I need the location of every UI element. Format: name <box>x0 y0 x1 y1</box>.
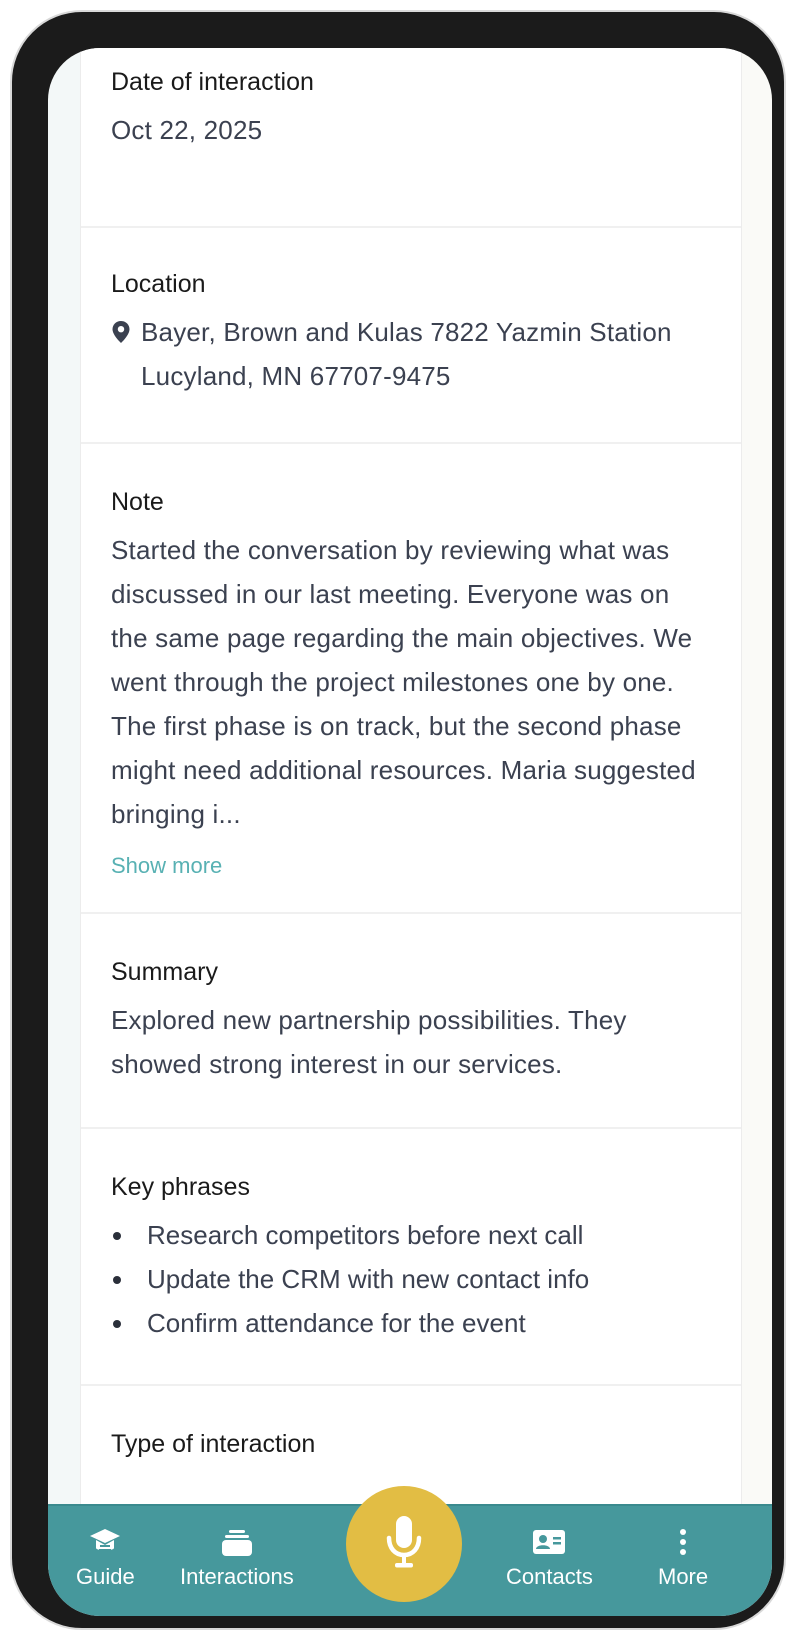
note-label: Note <box>111 488 164 516</box>
stack-icon <box>220 1522 254 1562</box>
list-item: Confirm attendance for the event <box>111 1301 711 1345</box>
record-button[interactable] <box>346 1486 462 1602</box>
interaction-details[interactable]: Date of interaction Oct 22, 2025 Locatio… <box>80 48 742 1504</box>
note-section: Note Started the conversation by reviewi… <box>81 444 741 914</box>
show-more-link[interactable]: Show more <box>111 850 222 882</box>
type-section: Type of interaction <box>81 1386 741 1462</box>
summary-label: Summary <box>111 958 218 986</box>
key-phrases-section: Key phrases Research competitors before … <box>81 1129 741 1386</box>
map-pin-icon <box>111 310 141 349</box>
nav-more-label: More <box>658 1564 709 1589</box>
phone-frame: Date of interaction Oct 22, 2025 Locatio… <box>10 10 786 1630</box>
nav-contacts-label: Contacts <box>506 1564 593 1589</box>
summary-text: Explored new partnership possibilities. … <box>111 1005 627 1079</box>
contact-card-icon <box>531 1522 567 1562</box>
list-item: Update the CRM with new contact info <box>111 1257 711 1301</box>
more-vertical-icon <box>678 1522 688 1562</box>
nav-guide-label: Guide <box>76 1564 135 1589</box>
date-value: Oct 22, 2025 <box>111 115 263 145</box>
location-label: Location <box>111 270 206 298</box>
graduation-cap-icon <box>88 1522 122 1562</box>
note-text: Started the conversation by reviewing wh… <box>111 535 696 829</box>
nav-guide[interactable]: Guide <box>76 1522 135 1592</box>
list-item: Research competitors before next call <box>111 1213 711 1257</box>
date-label: Date of interaction <box>111 68 314 96</box>
screen: Date of interaction Oct 22, 2025 Locatio… <box>48 48 772 1616</box>
type-label: Type of interaction <box>111 1430 316 1458</box>
key-phrases-label: Key phrases <box>111 1173 250 1201</box>
nav-interactions[interactable]: Interactions <box>180 1522 294 1592</box>
key-phrases-list: Research competitors before next call Up… <box>111 1213 711 1345</box>
bottom-nav: Guide Interactions Contacts More <box>48 1486 772 1616</box>
location-row: Bayer, Brown and Kulas 7822 Yazmin Stati… <box>111 310 711 398</box>
nav-more[interactable]: More <box>658 1522 708 1592</box>
location-line-1: Bayer, Brown and Kulas 7822 Yazmin Stati… <box>141 317 672 347</box>
location-section: Location Bayer, Brown and Kulas 7822 Yaz… <box>81 228 741 444</box>
location-line-2: Lucyland, MN 67707-9475 <box>141 361 451 391</box>
nav-contacts[interactable]: Contacts <box>506 1522 593 1592</box>
date-section: Date of interaction Oct 22, 2025 <box>81 48 741 228</box>
microphone-icon <box>384 1514 424 1575</box>
nav-interactions-label: Interactions <box>180 1564 294 1589</box>
summary-section: Summary Explored new partnership possibi… <box>81 914 741 1129</box>
